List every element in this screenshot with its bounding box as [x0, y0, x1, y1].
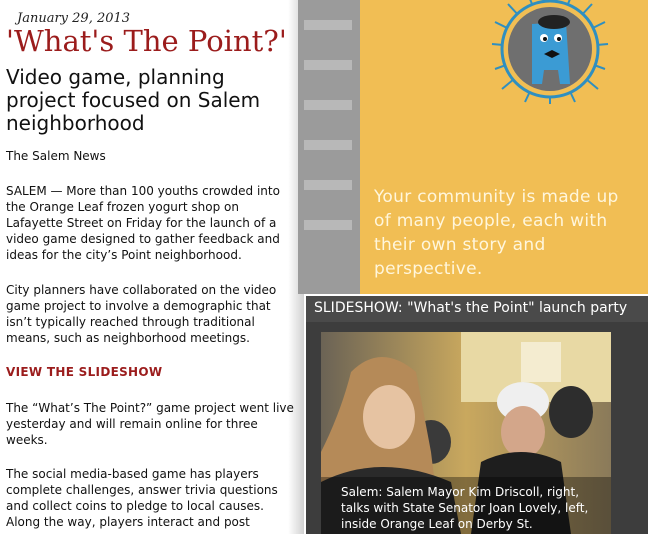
game-tagline: Your community is made up of many people…: [374, 187, 619, 279]
article-paragraph: The social media-based game has players …: [6, 467, 278, 529]
article-subhead: Video game, planning project focused on …: [6, 65, 261, 135]
article-paragraph: The “What’s The Point?” game project wen…: [6, 401, 294, 447]
game-promo-panel[interactable]: Your community is made up of many people…: [298, 0, 648, 294]
article-column: January 29, 2013 'What's The Point?' Vid…: [0, 0, 300, 534]
photo-caption: Salem: Salem Mayor Kim Driscoll, right, …: [341, 485, 589, 531]
article-paragraph: SALEM — More than 100 youths crowded int…: [6, 184, 280, 262]
game-card: Your community is made up of many people…: [360, 0, 648, 294]
slideshow-title[interactable]: SLIDESHOW: "What's the Point" launch par…: [314, 300, 627, 316]
article-paragraph: City planners have collaborated on the v…: [6, 283, 277, 345]
view-slideshow-link[interactable]: VIEW THE SLIDESHOW: [6, 365, 162, 379]
article-headline: 'What's The Point?': [6, 24, 287, 58]
article-source: The Salem News: [6, 149, 106, 163]
game-side-strip: [298, 0, 360, 294]
slideshow-photo[interactable]: Salem: Salem Mayor Kim Driscoll, right, …: [321, 332, 611, 534]
slideshow-widget: SLIDESHOW: "What's the Point" launch par…: [306, 296, 648, 534]
character-badge-icon: [491, 0, 609, 104]
